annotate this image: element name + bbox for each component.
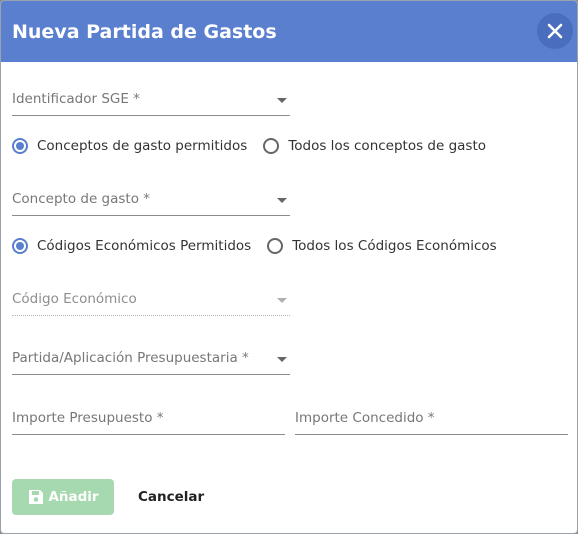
dropdown-arrow-icon bbox=[277, 357, 287, 362]
partida-presupuestaria-select[interactable]: Partida/Aplicación Presupuestaria * bbox=[12, 350, 290, 375]
add-button[interactable]: Añadir bbox=[12, 479, 114, 515]
radio-codigos-permitidos-label: Códigos Económicos Permitidos bbox=[37, 238, 252, 254]
radio-checked-icon bbox=[12, 138, 28, 154]
radio-checked-icon bbox=[12, 238, 28, 254]
cancel-button-label: Cancelar bbox=[138, 489, 205, 505]
identificador-sge-select[interactable]: Identificador SGE * bbox=[12, 91, 290, 116]
radio-unchecked-icon bbox=[267, 238, 284, 254]
add-button-label: Añadir bbox=[48, 489, 99, 505]
conceptos-radio-group: Conceptos de gasto permitidos Todos los … bbox=[12, 138, 502, 154]
codigo-economico-select: Código Económico bbox=[12, 291, 290, 316]
close-button[interactable] bbox=[537, 13, 573, 49]
concepto-gasto-select[interactable]: Concepto de gasto * bbox=[12, 191, 290, 216]
dropdown-arrow-icon bbox=[277, 98, 287, 103]
dialog: Nueva Partida de Gastos Identificador SG… bbox=[0, 0, 578, 534]
radio-todos-conceptos[interactable]: Todos los conceptos de gasto bbox=[263, 138, 486, 154]
codigos-radio-group: Códigos Económicos Permitidos Todos los … bbox=[12, 238, 513, 254]
identificador-sge-label: Identificador SGE * bbox=[12, 91, 140, 107]
save-icon bbox=[29, 490, 44, 504]
radio-conceptos-permitidos-label: Conceptos de gasto permitidos bbox=[37, 138, 248, 154]
importe-presupuesto-label: Importe Presupuesto * bbox=[12, 410, 164, 426]
partida-presupuestaria-label: Partida/Aplicación Presupuestaria * bbox=[12, 350, 249, 366]
importe-concedido-label: Importe Concedido * bbox=[295, 410, 435, 426]
dialog-header: Nueva Partida de Gastos bbox=[1, 1, 577, 62]
radio-todos-conceptos-label: Todos los conceptos de gasto bbox=[288, 138, 487, 154]
importe-concedido-input[interactable]: Importe Concedido * bbox=[295, 410, 568, 435]
radio-todos-codigos[interactable]: Todos los Códigos Económicos bbox=[267, 238, 497, 254]
codigo-economico-label: Código Económico bbox=[12, 291, 137, 307]
radio-todos-codigos-label: Todos los Códigos Económicos bbox=[292, 238, 497, 254]
cancel-button[interactable]: Cancelar bbox=[125, 479, 217, 515]
radio-unchecked-icon bbox=[263, 138, 280, 154]
close-icon bbox=[547, 23, 563, 39]
dropdown-arrow-icon bbox=[277, 298, 287, 303]
concepto-gasto-label: Concepto de gasto * bbox=[12, 191, 151, 207]
importe-presupuesto-input[interactable]: Importe Presupuesto * bbox=[12, 410, 285, 435]
radio-codigos-permitidos[interactable]: Códigos Económicos Permitidos bbox=[12, 238, 251, 254]
radio-conceptos-permitidos[interactable]: Conceptos de gasto permitidos bbox=[12, 138, 247, 154]
dialog-title: Nueva Partida de Gastos bbox=[12, 20, 277, 43]
dropdown-arrow-icon bbox=[277, 198, 287, 203]
